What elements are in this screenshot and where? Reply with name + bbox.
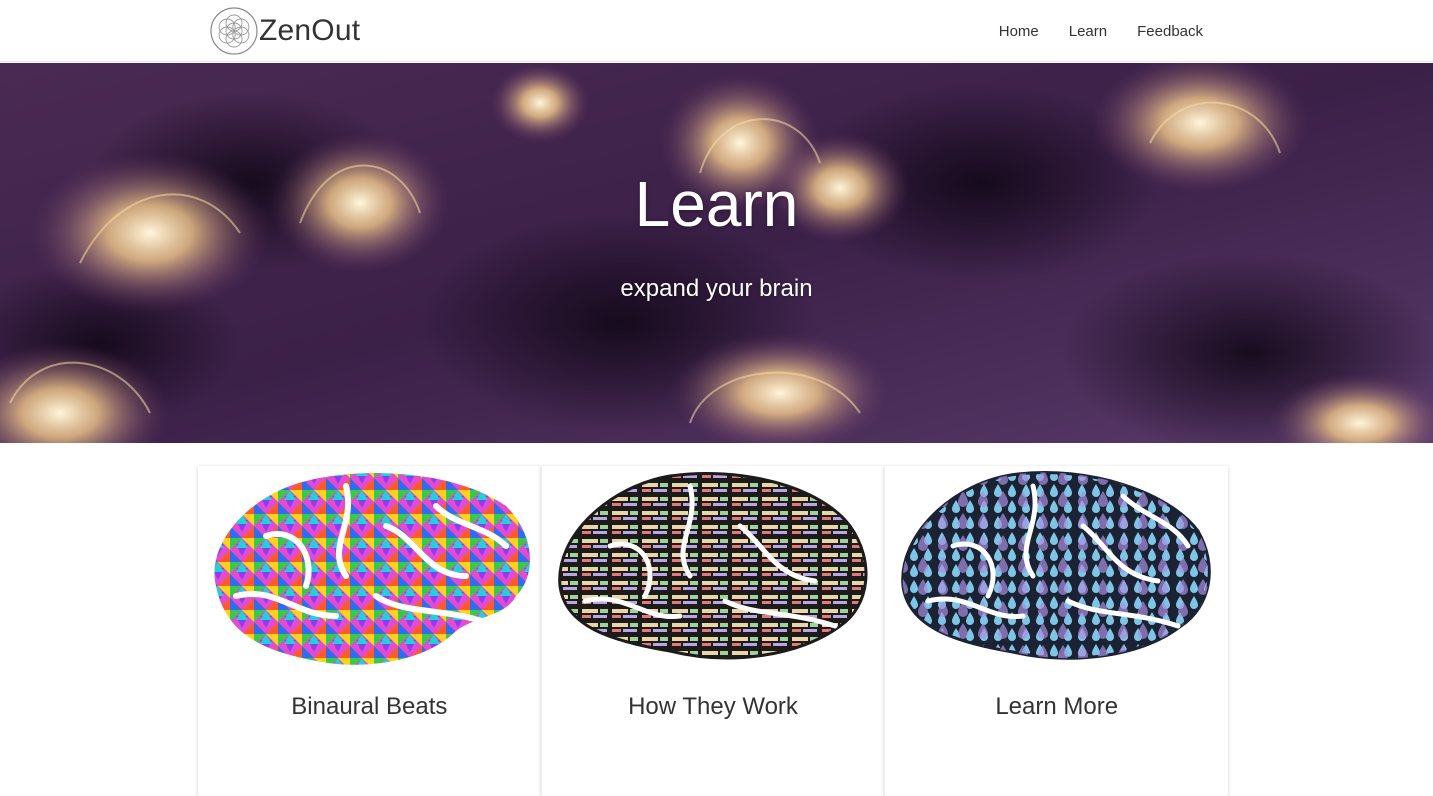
nav-link-learn[interactable]: Learn <box>1069 23 1107 40</box>
card-title: How They Work <box>628 693 798 720</box>
flower-of-life-icon <box>210 7 258 55</box>
card-learn-more[interactable]: Learn More <box>884 466 1229 796</box>
hero-title: Learn <box>634 168 799 240</box>
hero-banner: Learn expand your brain <box>0 63 1433 443</box>
brand-name: ZenOut <box>259 14 361 47</box>
colorful-mosaic-brain-icon <box>214 473 530 665</box>
card-how-they-work[interactable]: How They Work <box>540 466 885 796</box>
solar-flare-background <box>0 63 1433 443</box>
word-cloud-brain-icon <box>557 472 868 660</box>
card-title: Binaural Beats <box>291 693 448 720</box>
card-list: Binaural Beats How They Work Learn More <box>198 466 1229 796</box>
nav-link-feedback[interactable]: Feedback <box>1137 23 1203 40</box>
brand-link[interactable]: ZenOut <box>209 6 360 56</box>
nav-link-home[interactable]: Home <box>999 23 1039 40</box>
card-binaural-beats[interactable]: Binaural Beats <box>198 466 541 796</box>
hero-subtitle: expand your brain <box>620 275 813 302</box>
navbar: ZenOut Home Learn Feedback <box>0 0 1433 62</box>
card-title: Learn More <box>995 693 1119 720</box>
raindrop-brain-icon <box>901 471 1212 660</box>
nav-links: Home Learn Feedback <box>969 0 1203 62</box>
